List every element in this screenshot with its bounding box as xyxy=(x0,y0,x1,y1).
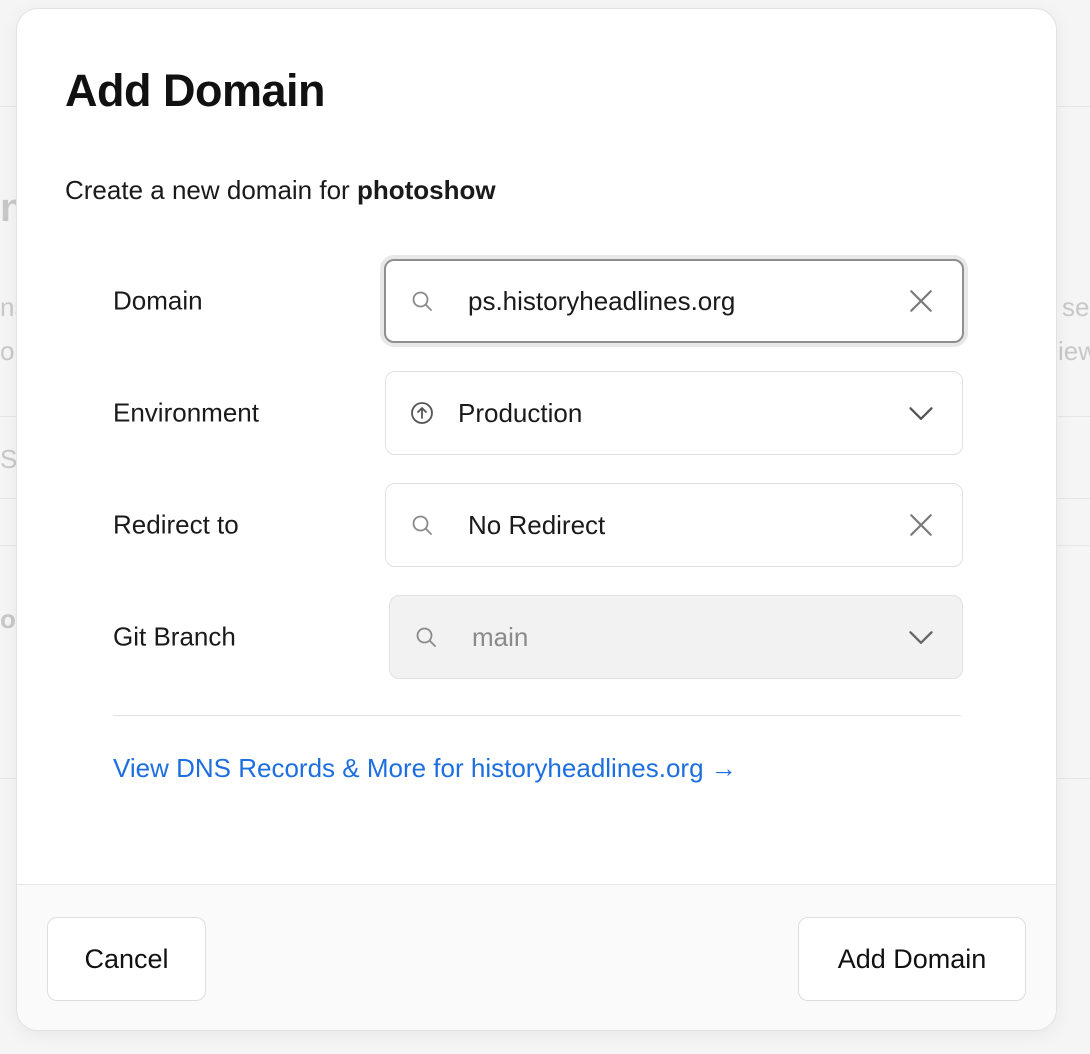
project-name: photoshow xyxy=(356,175,496,205)
domain-label: Domain xyxy=(113,285,203,316)
section-divider xyxy=(113,715,961,716)
arrow-up-circle-icon xyxy=(410,398,434,428)
dialog-subtitle: Create a new domain for photoshow xyxy=(65,175,496,206)
git-branch-value: main xyxy=(472,621,529,652)
domain-value[interactable]: ps.historyheadlines.org xyxy=(468,286,906,317)
chevron-down-icon[interactable] xyxy=(906,622,936,652)
search-icon xyxy=(410,286,434,316)
close-icon[interactable] xyxy=(906,286,936,316)
add-domain-button[interactable]: Add Domain xyxy=(798,917,1026,1001)
redirect-row: Redirect to No Redirect xyxy=(113,483,963,567)
git-branch-row: Git Branch main xyxy=(113,595,963,679)
cancel-button[interactable]: Cancel xyxy=(47,917,206,1001)
domain-input[interactable]: ps.historyheadlines.org xyxy=(384,259,964,343)
git-branch-label: Git Branch xyxy=(113,621,236,652)
background-text-fragment: se xyxy=(1062,292,1090,322)
environment-value: Production xyxy=(458,397,583,428)
search-icon xyxy=(414,622,438,652)
git-branch-select[interactable]: main xyxy=(389,595,963,679)
redirect-value[interactable]: No Redirect xyxy=(468,510,906,541)
view-dns-records-link[interactable]: View DNS Records & More for historyheadl… xyxy=(113,753,737,784)
add-domain-dialog: Add Domain Create a new domain for photo… xyxy=(16,8,1057,1031)
dialog-title: Add Domain xyxy=(65,65,326,116)
subtitle-prefix: Create a new domain for xyxy=(65,175,350,205)
search-icon xyxy=(410,510,434,540)
redirect-input[interactable]: No Redirect xyxy=(385,483,963,567)
dialog-footer: Cancel Add Domain xyxy=(17,884,1056,1030)
close-icon[interactable] xyxy=(906,510,936,540)
redirect-label: Redirect to xyxy=(113,509,239,540)
environment-row: Environment Production xyxy=(113,371,963,455)
environment-select[interactable]: Production xyxy=(385,371,963,455)
chevron-down-icon[interactable] xyxy=(906,398,936,428)
background-text-fragment: iew xyxy=(1058,336,1090,366)
environment-label: Environment xyxy=(113,397,259,428)
background-text-fragment: o xyxy=(0,604,16,634)
domain-row: Domain ps.historyheadlines.org xyxy=(113,259,964,343)
